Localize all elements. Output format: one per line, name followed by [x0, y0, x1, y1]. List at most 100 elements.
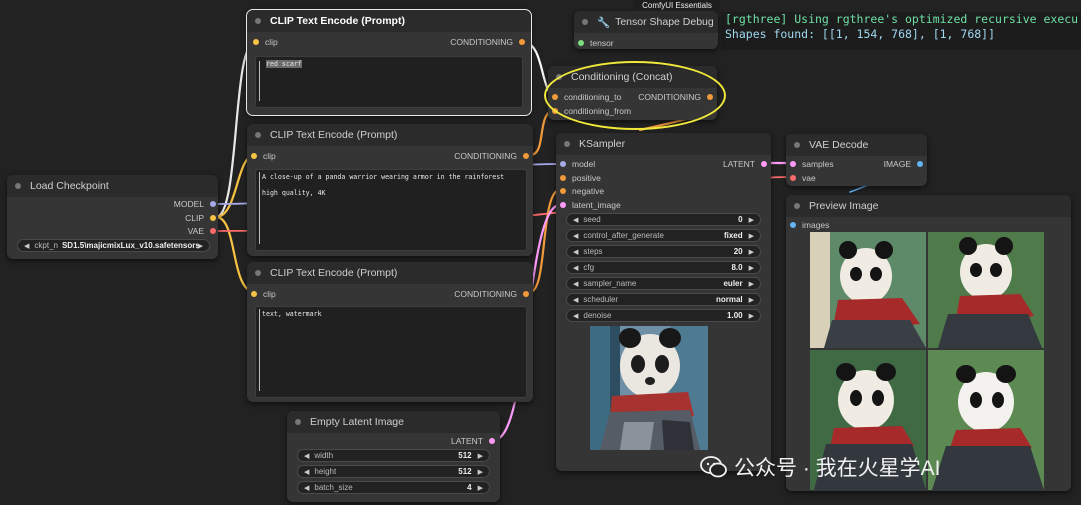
- arrow-left-icon[interactable]: ◀: [573, 232, 578, 240]
- clip-pin-icon[interactable]: [253, 39, 259, 45]
- sampler-name-widget[interactable]: ◀ sampler_name euler ▶: [566, 277, 761, 290]
- input-slot-model[interactable]: model: [560, 159, 595, 169]
- seed-widget[interactable]: ◀ seed 0 ▶: [566, 213, 761, 226]
- collapse-dot-icon[interactable]: [255, 270, 261, 276]
- arrow-right-icon[interactable]: ▶: [749, 280, 754, 288]
- conditioning-pin-icon[interactable]: [519, 39, 525, 45]
- empty-latent-image-node[interactable]: Empty Latent Image LATENT ◀ width 512 ▶ ◀ he…: [287, 411, 500, 502]
- arrow-left-icon[interactable]: ◀: [573, 280, 578, 288]
- conditioning-pin-icon[interactable]: [523, 291, 529, 297]
- arrow-left-icon[interactable]: ◀: [304, 452, 309, 460]
- input-slot-vae[interactable]: vae: [790, 173, 816, 183]
- batch-size-widget[interactable]: ◀ batch_size 4 ▶: [297, 481, 490, 494]
- denoise-widget[interactable]: ◀ denoise 1.00 ▶: [566, 309, 761, 322]
- vae-pin-icon[interactable]: [790, 175, 796, 181]
- conditioning-pin-icon[interactable]: [523, 153, 529, 159]
- vae-pin-icon[interactable]: [210, 228, 216, 234]
- arrow-right-icon[interactable]: ▶: [198, 242, 203, 250]
- vae-decode-node[interactable]: VAE Decode samples vae IMAGE: [786, 134, 927, 186]
- load-checkpoint-node[interactable]: Load Checkpoint MODEL CLIP VAE ◀ ckpt_n …: [7, 175, 218, 259]
- input-slot-negative[interactable]: negative: [560, 186, 604, 196]
- arrow-right-icon[interactable]: ▶: [749, 264, 754, 272]
- conditioning-pin-icon[interactable]: [560, 175, 566, 181]
- arrow-right-icon[interactable]: ▶: [749, 312, 754, 320]
- ksampler-node[interactable]: KSampler model positive negative latent_…: [556, 133, 771, 471]
- clip-text-encode-node-2[interactable]: CLIP Text Encode (Prompt) clip CONDITION…: [247, 124, 533, 256]
- output-slot-latent[interactable]: LATENT: [723, 159, 767, 169]
- latent-pin-icon[interactable]: [790, 161, 796, 167]
- latent-pin-icon[interactable]: [489, 438, 495, 444]
- input-slot-latent-image[interactable]: latent_image: [560, 200, 621, 210]
- arrow-left-icon[interactable]: ◀: [573, 216, 578, 224]
- clip-text-encode-node-1[interactable]: CLIP Text Encode (Prompt) clip CONDITION…: [246, 9, 532, 116]
- node-header[interactable]: CLIP Text Encode (Prompt): [247, 262, 533, 284]
- arrow-left-icon[interactable]: ◀: [304, 484, 309, 492]
- width-widget[interactable]: ◀ width 512 ▶: [297, 449, 490, 462]
- node-header[interactable]: 🔧 Tensor Shape Debug: [574, 11, 718, 33]
- arrow-right-icon[interactable]: ▶: [749, 296, 754, 304]
- model-pin-icon[interactable]: [210, 201, 216, 207]
- collapse-dot-icon[interactable]: [564, 141, 570, 147]
- arrow-left-icon[interactable]: ◀: [573, 264, 578, 272]
- arrow-left-icon[interactable]: ◀: [573, 312, 578, 320]
- tensor-pin-icon[interactable]: [578, 40, 584, 46]
- cfg-widget[interactable]: ◀ cfg 8.0 ▶: [566, 261, 761, 274]
- output-slot-conditioning[interactable]: CONDITIONING: [454, 289, 529, 299]
- collapse-dot-icon[interactable]: [582, 19, 588, 25]
- collapse-dot-icon[interactable]: [255, 18, 261, 24]
- collapse-dot-icon[interactable]: [295, 419, 301, 425]
- node-header[interactable]: VAE Decode: [786, 134, 927, 156]
- arrow-right-icon[interactable]: ▶: [478, 468, 483, 476]
- arrow-left-icon[interactable]: ◀: [573, 296, 578, 304]
- collapse-dot-icon[interactable]: [794, 203, 800, 209]
- collapse-dot-icon[interactable]: [255, 132, 261, 138]
- output-slot-conditioning[interactable]: CONDITIONING: [450, 37, 525, 47]
- arrow-right-icon[interactable]: ▶: [749, 216, 754, 224]
- prompt-textarea[interactable]: red scarf: [255, 56, 523, 108]
- arrow-left-icon[interactable]: ◀: [24, 242, 29, 250]
- node-canvas[interactable]: ComfyUI Essentials [rgthree] Using rgthr…: [0, 0, 1081, 505]
- output-slot-conditioning[interactable]: CONDITIONING: [454, 151, 529, 161]
- arrow-right-icon[interactable]: ▶: [478, 452, 483, 460]
- image-pin-icon[interactable]: [917, 161, 923, 167]
- input-slot-positive[interactable]: positive: [560, 173, 601, 183]
- output-slot-vae[interactable]: VAE: [188, 226, 216, 236]
- node-header[interactable]: CLIP Text Encode (Prompt): [247, 124, 533, 146]
- collapse-dot-icon[interactable]: [794, 142, 800, 148]
- output-slot-latent[interactable]: LATENT: [451, 436, 495, 446]
- preview-image-node[interactable]: Preview Image images: [786, 195, 1071, 491]
- node-header[interactable]: CLIP Text Encode (Prompt): [247, 10, 531, 32]
- output-slot-image[interactable]: IMAGE: [884, 159, 923, 169]
- image-pin-icon[interactable]: [790, 222, 796, 228]
- latent-pin-icon[interactable]: [761, 161, 767, 167]
- latent-pin-icon[interactable]: [560, 202, 566, 208]
- prompt-textarea[interactable]: text, watermark: [255, 306, 527, 398]
- input-slot-clip[interactable]: clip: [253, 37, 278, 47]
- node-header[interactable]: Preview Image: [786, 195, 1071, 217]
- arrow-right-icon[interactable]: ▶: [749, 232, 754, 240]
- height-widget[interactable]: ◀ height 512 ▶: [297, 465, 490, 478]
- arrow-left-icon[interactable]: ◀: [304, 468, 309, 476]
- collapse-dot-icon[interactable]: [15, 183, 21, 189]
- ckpt-name-selector[interactable]: ◀ ckpt_n SD1.5\majicmixLux_v10.safetenso…: [17, 239, 210, 252]
- input-slot-tensor[interactable]: tensor: [578, 38, 614, 48]
- steps-widget[interactable]: ◀ steps 20 ▶: [566, 245, 761, 258]
- input-slot-clip[interactable]: clip: [251, 289, 276, 299]
- conditioning-pin-icon[interactable]: [560, 188, 566, 194]
- tensor-shape-debug-node[interactable]: 🔧 Tensor Shape Debug tensor: [574, 11, 718, 49]
- input-slot-samples[interactable]: samples: [790, 159, 834, 169]
- arrow-left-icon[interactable]: ◀: [573, 248, 578, 256]
- clip-text-encode-node-3[interactable]: CLIP Text Encode (Prompt) clip CONDITION…: [247, 262, 533, 402]
- clip-pin-icon[interactable]: [251, 291, 257, 297]
- node-header[interactable]: KSampler: [556, 133, 771, 155]
- node-header[interactable]: Empty Latent Image: [287, 411, 500, 433]
- clip-pin-icon[interactable]: [251, 153, 257, 159]
- clip-pin-icon[interactable]: [210, 215, 216, 221]
- node-header[interactable]: Load Checkpoint: [7, 175, 218, 197]
- scheduler-widget[interactable]: ◀ scheduler normal ▶: [566, 293, 761, 306]
- control-after-generate-widget[interactable]: ◀ control_after_generate fixed ▶: [566, 229, 761, 242]
- output-slot-clip[interactable]: CLIP: [185, 213, 216, 223]
- prompt-textarea[interactable]: A close-up of a panda warrior wearing ar…: [255, 169, 527, 251]
- output-slot-model[interactable]: MODEL: [174, 199, 216, 209]
- model-pin-icon[interactable]: [560, 161, 566, 167]
